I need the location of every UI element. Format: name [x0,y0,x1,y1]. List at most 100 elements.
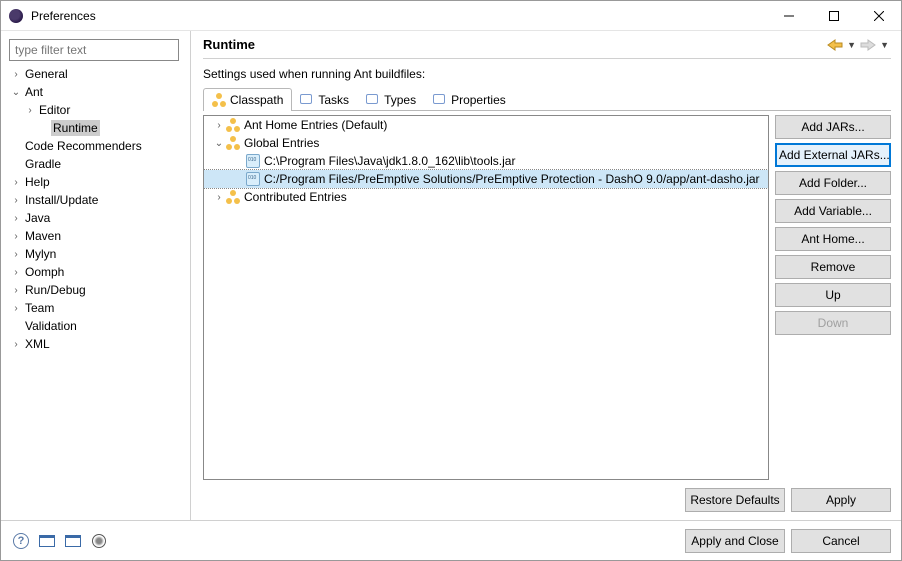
classpath-tab-body: › Ant Home Entries (Default) ⌄Global Entri… [203,111,891,480]
chevron-right-icon[interactable]: › [23,105,37,116]
sidebar-item-label: General [23,66,70,82]
add-jars-button[interactable]: Add JARs... [775,115,891,139]
window-title: Preferences [31,9,766,23]
tab-tasks[interactable]: Tasks [291,89,358,110]
sidebar-item-label: Runtime [51,120,100,136]
tag-icon [366,93,380,107]
sidebar-item-label: Mylyn [23,246,58,262]
cancel-button[interactable]: Cancel [791,529,891,553]
minimize-button[interactable] [766,1,811,30]
sidebar-item-validation[interactable]: Validation [3,317,184,335]
tab-label: Properties [451,93,506,107]
footer-bar: ? Apply and Close Cancel [1,520,901,560]
ant-group-icon [226,118,240,132]
chevron-right-icon[interactable]: › [9,213,23,224]
apply-close-button[interactable]: Apply and Close [685,529,785,553]
tab-label: Tasks [318,93,349,107]
chevron-right-icon[interactable]: › [9,249,23,260]
sidebar-item-label: Run/Debug [23,282,88,298]
sidebar-item-label: Java [23,210,52,226]
jar-icon [246,172,260,186]
help-button[interactable]: ? [11,531,31,551]
page-panel: Runtime ▼ ▼ Settings used when running A… [191,31,901,520]
forward-dropdown[interactable]: ▼ [878,40,891,50]
add-variable-button[interactable]: Add Variable... [775,199,891,223]
add-folder-button[interactable]: Add Folder... [775,171,891,195]
record-button[interactable] [89,531,109,551]
sidebar-item-java[interactable]: ›Java [3,209,184,227]
eclipse-icon [9,9,23,23]
sidebar-item-general[interactable]: ›General [3,65,184,83]
chevron-down-icon[interactable]: ⌄ [212,138,226,149]
restore-defaults-button[interactable]: Restore Defaults [685,488,785,512]
maximize-button[interactable] [811,1,856,30]
chevron-down-icon[interactable]: ⌄ [9,87,23,98]
sidebar-item-label: Gradle [23,156,63,172]
sidebar-item-install-update[interactable]: ›Install/Update [3,191,184,209]
tab-strip: Classpath Tasks Types Properties [203,87,891,111]
classpath-entry[interactable]: C:/Program Files/PreEmptive Solutions/Pr… [204,170,768,188]
sidebar-item-ant[interactable]: ⌄Ant [3,83,184,101]
ant-group-icon [226,190,240,204]
chevron-right-icon[interactable]: › [9,339,23,350]
chevron-right-icon[interactable]: › [9,285,23,296]
sidebar-item-code-recommenders[interactable]: Code Recommenders [3,137,184,155]
down-button: Down [775,311,891,335]
ant-home-button[interactable]: Ant Home... [775,227,891,251]
classpath-entry[interactable]: ⌄Global Entries [204,134,768,152]
export-button[interactable] [63,531,83,551]
sidebar-item-label: Editor [37,102,72,118]
preferences-tree[interactable]: ›General⌄Ant›EditorRuntimeCode Recommend… [3,65,184,512]
ant-icon [212,93,226,107]
sidebar-item-label: Install/Update [23,192,100,208]
chevron-right-icon[interactable]: › [212,120,226,131]
tab-classpath[interactable]: Classpath [203,88,292,110]
chevron-right-icon[interactable]: › [9,69,23,80]
chevron-right-icon[interactable]: › [9,195,23,206]
classpath-entry[interactable]: C:\Program Files\Java\jdk1.8.0_162\lib\t… [204,152,768,170]
sidebar-item-label: Help [23,174,52,190]
classpath-entry[interactable]: › Ant Home Entries (Default) [204,116,768,134]
apply-button[interactable]: Apply [791,488,891,512]
up-button[interactable]: Up [775,283,891,307]
chevron-right-icon[interactable]: › [9,177,23,188]
page-title: Runtime [203,37,827,52]
back-button[interactable] [827,38,843,52]
classpath-tree[interactable]: › Ant Home Entries (Default) ⌄Global Entri… [203,115,769,480]
sidebar-item-label: Code Recommenders [23,138,144,154]
sidebar-item-xml[interactable]: ›XML [3,335,184,353]
sidebar-item-gradle[interactable]: Gradle [3,155,184,173]
chevron-right-icon[interactable]: › [212,192,226,203]
sidebar-item-mylyn[interactable]: ›Mylyn [3,245,184,263]
chevron-right-icon[interactable]: › [9,231,23,242]
tag-icon [300,93,314,107]
classpath-entry-label: C:/Program Files/PreEmptive Solutions/Pr… [264,172,760,186]
close-button[interactable] [856,1,901,30]
chevron-right-icon[interactable]: › [9,303,23,314]
sidebar-item-runtime[interactable]: Runtime [3,119,184,137]
sidebar-item-maven[interactable]: ›Maven [3,227,184,245]
sidebar-item-team[interactable]: ›Team [3,299,184,317]
tab-types[interactable]: Types [357,89,425,110]
sidebar-item-oomph[interactable]: ›Oomph [3,263,184,281]
sidebar-item-help[interactable]: ›Help [3,173,184,191]
add-external-jars-button[interactable]: Add External JARs... [775,143,891,167]
tab-properties[interactable]: Properties [424,89,515,110]
sidebar-item-label: Maven [23,228,63,244]
sidebar-item-run-debug[interactable]: ›Run/Debug [3,281,184,299]
filter-input[interactable] [9,39,179,61]
classpath-entry-label: C:\Program Files\Java\jdk1.8.0_162\lib\t… [264,154,515,168]
jar-icon [246,154,260,168]
back-dropdown[interactable]: ▼ [845,40,858,50]
forward-button[interactable] [860,38,876,52]
classpath-entry-label: Ant Home Entries (Default) [244,118,387,132]
remove-button[interactable]: Remove [775,255,891,279]
preferences-tree-panel: ›General⌄Ant›EditorRuntimeCode Recommend… [1,31,191,520]
chevron-right-icon[interactable]: › [9,267,23,278]
sidebar-item-editor[interactable]: ›Editor [3,101,184,119]
import-button[interactable] [37,531,57,551]
content-area: ›General⌄Ant›EditorRuntimeCode Recommend… [1,31,901,520]
sidebar-item-label: Ant [23,84,45,100]
tag-icon [433,93,447,107]
classpath-entry[interactable]: ›Contributed Entries [204,188,768,206]
